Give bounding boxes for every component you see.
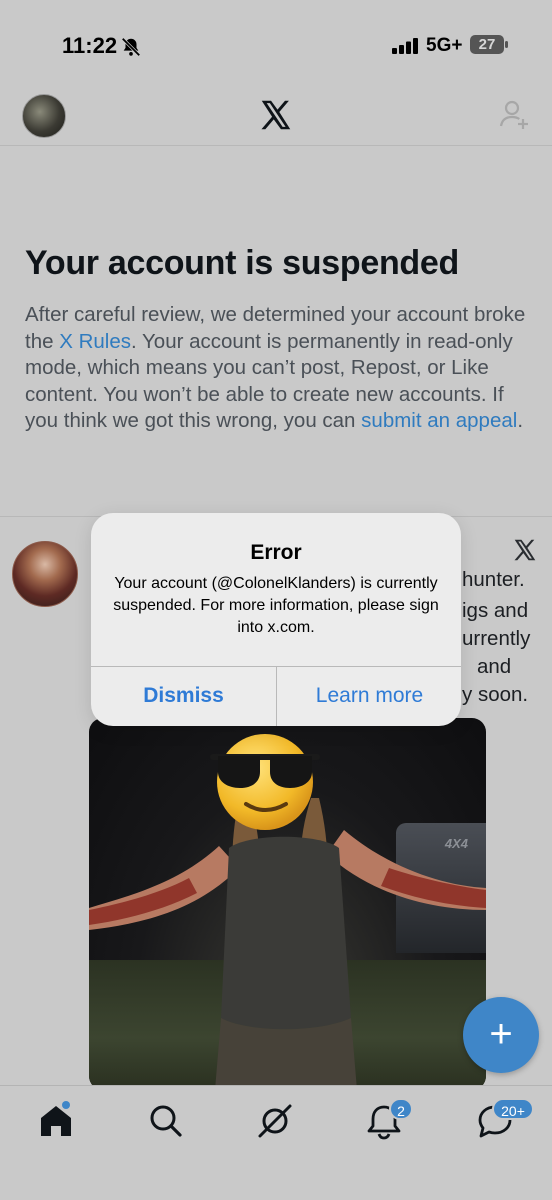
tweet-text-fragment: y soon. — [462, 683, 529, 706]
tweet-media-image[interactable]: 4X4 — [89, 718, 486, 1090]
bottom-navigation: 2 20+ — [0, 1085, 552, 1200]
error-dialog: Error Your account (@ColonelKlanders) is… — [91, 513, 461, 726]
compose-plus-icon: + — [489, 1012, 513, 1056]
x-rules-link[interactable]: X Rules — [59, 330, 131, 353]
status-bar: 11:22 5G+ 27 — [0, 0, 552, 90]
x-logo-icon[interactable] — [258, 97, 294, 133]
tweet-text-fragment: and — [477, 655, 512, 678]
tweet-text-fragment: urrently — [462, 627, 531, 650]
battery-level: 27 — [478, 36, 496, 53]
add-user-icon[interactable] — [498, 98, 530, 130]
signal-strength-icon — [392, 38, 418, 54]
dialog-title: Error — [250, 541, 302, 564]
page-title: Your account is suspended — [25, 244, 459, 282]
notifications-badge: 2 — [389, 1098, 413, 1120]
messages-badge: 20+ — [492, 1098, 534, 1120]
compose-post-button[interactable]: + — [463, 997, 539, 1073]
tweet-text-fragment: igs and — [462, 599, 529, 622]
tweet-author-avatar[interactable] — [12, 541, 78, 607]
x-logo-icon — [514, 539, 536, 561]
dialog-message: Your account (@ColonelKlanders) is curre… — [113, 575, 439, 636]
submit-appeal-link[interactable]: submit an appeal — [361, 409, 517, 432]
top-navigation — [0, 90, 552, 146]
network-type: 5G+ — [426, 35, 463, 56]
status-time: 11:22 — [62, 33, 118, 58]
profile-avatar[interactable] — [22, 94, 66, 138]
learn-more-button[interactable]: Learn more — [277, 666, 461, 726]
home-icon[interactable] — [36, 1101, 76, 1141]
notice-text-3: . — [517, 409, 524, 432]
tweet-text-fragment: hunter. — [462, 568, 525, 591]
bell-muted-icon — [121, 37, 141, 57]
dismiss-button[interactable]: Dismiss — [91, 666, 276, 726]
grok-icon[interactable] — [255, 1101, 295, 1141]
suspension-notice: After careful review, we determined your… — [25, 302, 537, 435]
home-unread-dot — [62, 1101, 70, 1109]
sunglasses-emoji-icon — [210, 734, 320, 830]
search-icon[interactable] — [146, 1101, 186, 1141]
